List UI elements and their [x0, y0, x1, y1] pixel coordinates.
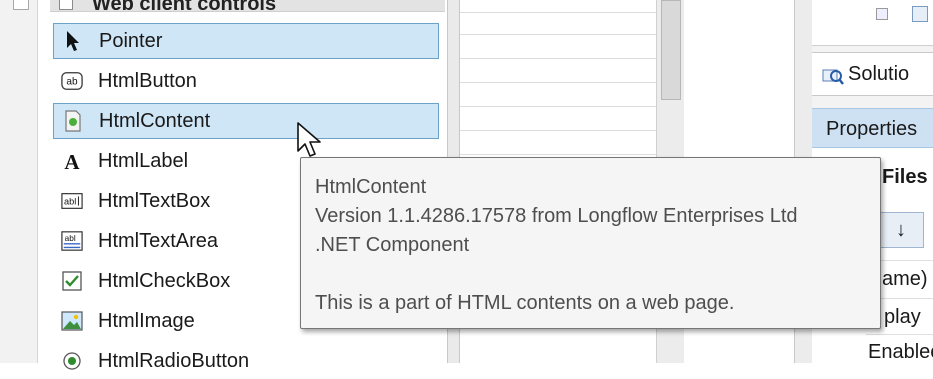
toolbox-item-label: HtmlButton: [98, 69, 197, 92]
property-row[interactable]: Enablec: [868, 341, 933, 364]
tooltip-component-type: .NET Component: [315, 234, 470, 256]
property-row[interactable]: play: [884, 306, 921, 329]
toolbox-item-htmlradiobutton[interactable]: HtmlRadioButton: [53, 343, 439, 379]
toolbox-item-label: HtmlContent: [99, 109, 211, 132]
tooltip-title: HtmlContent: [315, 176, 427, 198]
collapse-toggle[interactable]: [13, 0, 29, 10]
mouse-cursor-icon: [296, 121, 326, 161]
sort-arrow-icon: ↓: [896, 218, 906, 241]
properties-title: Properties: [826, 118, 918, 140]
toolbox-item-label: HtmlTextBox: [98, 189, 211, 212]
document-icon[interactable]: [912, 6, 928, 22]
scrollbar-thumb[interactable]: [661, 0, 681, 100]
checkbox-icon: [61, 270, 83, 292]
html-content-icon: [62, 110, 84, 132]
toolbox-item-label: HtmlLabel: [98, 149, 189, 172]
tooltip: HtmlContent Version 1.1.4286.17578 from …: [300, 157, 881, 329]
toolbox-item-label: HtmlCheckBox: [98, 269, 231, 292]
tab-solution-explorer[interactable]: Solutio: [812, 52, 933, 96]
button-ab-icon: ab: [61, 70, 83, 92]
tab-label: Solutio: [848, 63, 910, 85]
toolbox-item-htmlcontent[interactable]: HtmlContent: [53, 103, 439, 139]
tooltip-description: This is a part of HTML contents on a web…: [315, 292, 735, 314]
sort-button[interactable]: ↓: [878, 212, 924, 248]
svg-text:abl: abl: [65, 234, 76, 243]
small-toolbar-icon[interactable]: [876, 8, 888, 20]
solution-explorer-icon: [822, 65, 844, 85]
toolbox-item-label: HtmlRadioButton: [98, 349, 250, 372]
svg-text:ab: ab: [66, 77, 78, 88]
toolbox-item-label: HtmlImage: [98, 309, 195, 332]
group-expander-icon[interactable]: [59, 0, 73, 10]
svg-text:abl: abl: [64, 197, 76, 207]
toolbox-gutter: [0, 0, 38, 363]
svg-text:A: A: [64, 150, 80, 172]
textarea-icon: abl: [61, 230, 83, 252]
textbox-icon: abl: [61, 190, 83, 212]
property-row[interactable]: ame): [882, 268, 928, 291]
files-label: Files: [882, 166, 928, 188]
toolbox-item-label: HtmlTextArea: [98, 229, 219, 252]
toolbox-item-htmlbutton[interactable]: ab HtmlButton: [53, 63, 439, 99]
image-icon: [61, 310, 83, 332]
right-top-toolbar: [812, 0, 933, 46]
label-A-icon: A: [61, 150, 83, 172]
group-title: Web client controls: [92, 0, 277, 15]
toolbox-group-header[interactable]: Web client controls: [50, 0, 445, 15]
toolbox-item-label: Pointer: [99, 29, 163, 52]
pointer-arrow-icon: [62, 30, 84, 52]
toolbox-item-pointer[interactable]: Pointer: [53, 23, 439, 59]
properties-header[interactable]: Properties: [812, 108, 933, 148]
radio-button-icon: [61, 350, 83, 372]
tooltip-version: Version 1.1.4286.17578 from Longflow Ent…: [315, 205, 798, 227]
